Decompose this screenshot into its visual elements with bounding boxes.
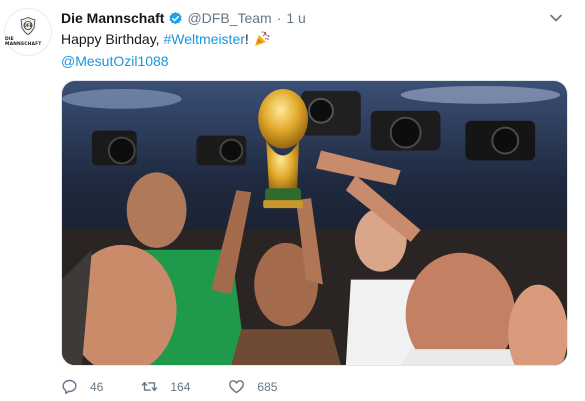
reply-action[interactable]: 46 [61, 378, 103, 395]
photo-image [62, 81, 567, 365]
tweet-mention-line: @MesutOzil1088 [61, 52, 169, 70]
retweet-count: 164 [170, 379, 191, 394]
chevron-down-icon[interactable] [548, 10, 564, 26]
reply-icon [62, 379, 77, 394]
tweet-text: Happy Birthday, #Weltmeister ! [61, 30, 271, 48]
verified-icon [169, 11, 183, 24]
dfb-crest-icon: DFB [20, 17, 36, 35]
retweet-icon [142, 381, 158, 392]
tweet-header: Die Mannschaft @DFB_Team · 1 u [61, 9, 306, 27]
timestamp[interactable]: 1 u [286, 10, 305, 26]
tweet-text-prefix: Happy Birthday, [61, 31, 164, 47]
like-action[interactable]: 685 [228, 378, 277, 395]
svg-text:DFB: DFB [23, 23, 32, 28]
retweet-action[interactable]: 164 [141, 378, 190, 395]
avatar[interactable]: DFB DIE MANNSCHAFT [4, 8, 52, 56]
reply-count: 46 [90, 379, 104, 394]
party-popper-icon [254, 31, 270, 46]
handle[interactable]: @DFB_Team [187, 10, 271, 26]
tweet-photo[interactable] [61, 80, 568, 366]
like-icon [229, 380, 245, 394]
display-name[interactable]: Die Mannschaft [61, 10, 164, 26]
separator-dot: · [276, 10, 282, 26]
mention-link[interactable]: @MesutOzil1088 [61, 53, 169, 69]
tweet-text-suffix: ! [244, 31, 249, 47]
avatar-label: DIE MANNSCHAFT [5, 37, 42, 47]
tweet-actions: 46 164 685 [61, 378, 315, 395]
hashtag-link[interactable]: #Weltmeister [163, 30, 244, 48]
like-count: 685 [257, 379, 278, 394]
